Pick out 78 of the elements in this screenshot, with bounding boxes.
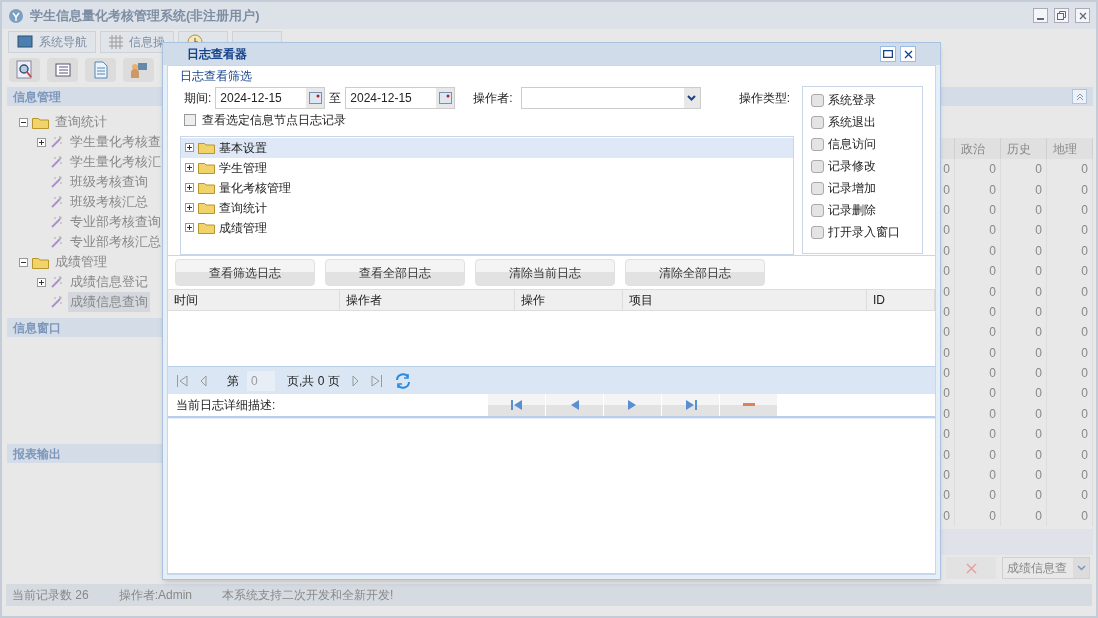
table-cell: 0 (1047, 301, 1093, 323)
table-cell: 0 (955, 464, 1001, 486)
table-cell: 0 (1001, 464, 1047, 486)
table-cell: 0 (1047, 159, 1093, 180)
table-cell: 0 (1047, 240, 1093, 261)
field-label: 操作者: (473, 89, 513, 107)
status-text: 当前记录数 26 (12, 587, 89, 604)
table-cell: 0 (955, 322, 1001, 343)
table-cell: 0 (1047, 281, 1093, 302)
table-cell: 0 (1047, 383, 1093, 404)
checkbox-label: 打开录入窗口 (828, 224, 900, 241)
table-cell: 0 (1047, 505, 1093, 527)
window-title: 学生信息量化考核管理系统(非注册用户) (30, 6, 261, 25)
table-cell: 0 (1001, 220, 1047, 241)
table-cell: 0 (1001, 424, 1047, 445)
checkbox-label: 记录修改 (828, 158, 876, 175)
table-cell: 0 (1047, 464, 1093, 486)
table-cell: 0 (1047, 342, 1093, 363)
status-text: 操作者:Admin (118, 587, 193, 604)
table-cell: 0 (1047, 485, 1093, 506)
table-cell: 0 (1001, 281, 1047, 302)
detail-label: 当前日志详细描述: (176, 397, 277, 414)
table-cell: 0 (1001, 362, 1047, 384)
table-cell: 0 (955, 403, 1001, 425)
table-cell: 0 (1001, 240, 1047, 261)
field-label: 期间: (184, 89, 212, 107)
table-cell: 0 (1001, 179, 1047, 200)
table-cell: 0 (955, 301, 1001, 323)
table-cell: 0 (955, 240, 1001, 261)
table-cell: 0 (955, 362, 1001, 384)
field-label: 操作类型: (738, 89, 790, 107)
table-cell: 0 (955, 342, 1001, 363)
table-cell: 0 (955, 281, 1001, 302)
table-cell: 0 (955, 424, 1001, 445)
checkbox-label: 系统退出 (828, 114, 876, 131)
section-legend: 日志查看筛选 (180, 68, 252, 84)
table-cell: 0 (1047, 179, 1093, 200)
dialog-title: 日志查看器 (187, 46, 248, 63)
table-cell: 0 (1001, 159, 1047, 180)
table-cell: 0 (1001, 301, 1047, 323)
table-cell: 0 (955, 485, 1001, 506)
table-cell: 0 (1047, 362, 1093, 384)
table-cell: 0 (955, 383, 1001, 404)
table-cell: 0 (955, 179, 1001, 200)
page-label: 第 (227, 372, 239, 390)
table-cell: 0 (1047, 322, 1093, 343)
table-cell: 0 (1001, 199, 1047, 221)
table-cell: 0 (1001, 505, 1047, 527)
table-cell: 0 (955, 444, 1001, 465)
checkbox-label: 信息访问 (828, 136, 876, 153)
panel-title: 信息管理 (13, 88, 61, 106)
table-cell: 0 (1001, 260, 1047, 282)
table-cell: 0 (955, 505, 1001, 527)
table-cell: 0 (1047, 444, 1093, 465)
page-count: 页,共 0 页 (287, 372, 340, 390)
table-cell: 0 (1001, 403, 1047, 425)
panel-title: 报表输出 (13, 445, 61, 463)
table-cell: 0 (1047, 424, 1093, 445)
table-cell: 0 (1047, 260, 1093, 282)
table-cell: 0 (1001, 342, 1047, 363)
table-cell: 0 (1001, 444, 1047, 465)
table-cell: 0 (1047, 220, 1093, 241)
checkbox-label: 查看选定信息节点日志记录 (202, 111, 346, 129)
table-cell: 0 (955, 260, 1001, 282)
status-text: 本系统支持二次开发和全新开发! (222, 587, 394, 604)
table-cell: 0 (1047, 199, 1093, 221)
checkbox-label: 系统登录 (828, 92, 876, 109)
table-cell: 0 (1001, 485, 1047, 506)
table-cell: 0 (955, 199, 1001, 221)
checkbox-label: 记录增加 (828, 180, 876, 197)
table-cell: 0 (1001, 322, 1047, 343)
table-cell: 0 (955, 159, 1001, 180)
field-label: 至 (329, 89, 342, 107)
panel-title: 信息窗口 (13, 319, 61, 337)
checkbox-label: 记录删除 (828, 202, 876, 219)
table-cell: 0 (1047, 403, 1093, 425)
table-cell: 0 (1001, 383, 1047, 404)
table-cell: 0 (955, 220, 1001, 241)
